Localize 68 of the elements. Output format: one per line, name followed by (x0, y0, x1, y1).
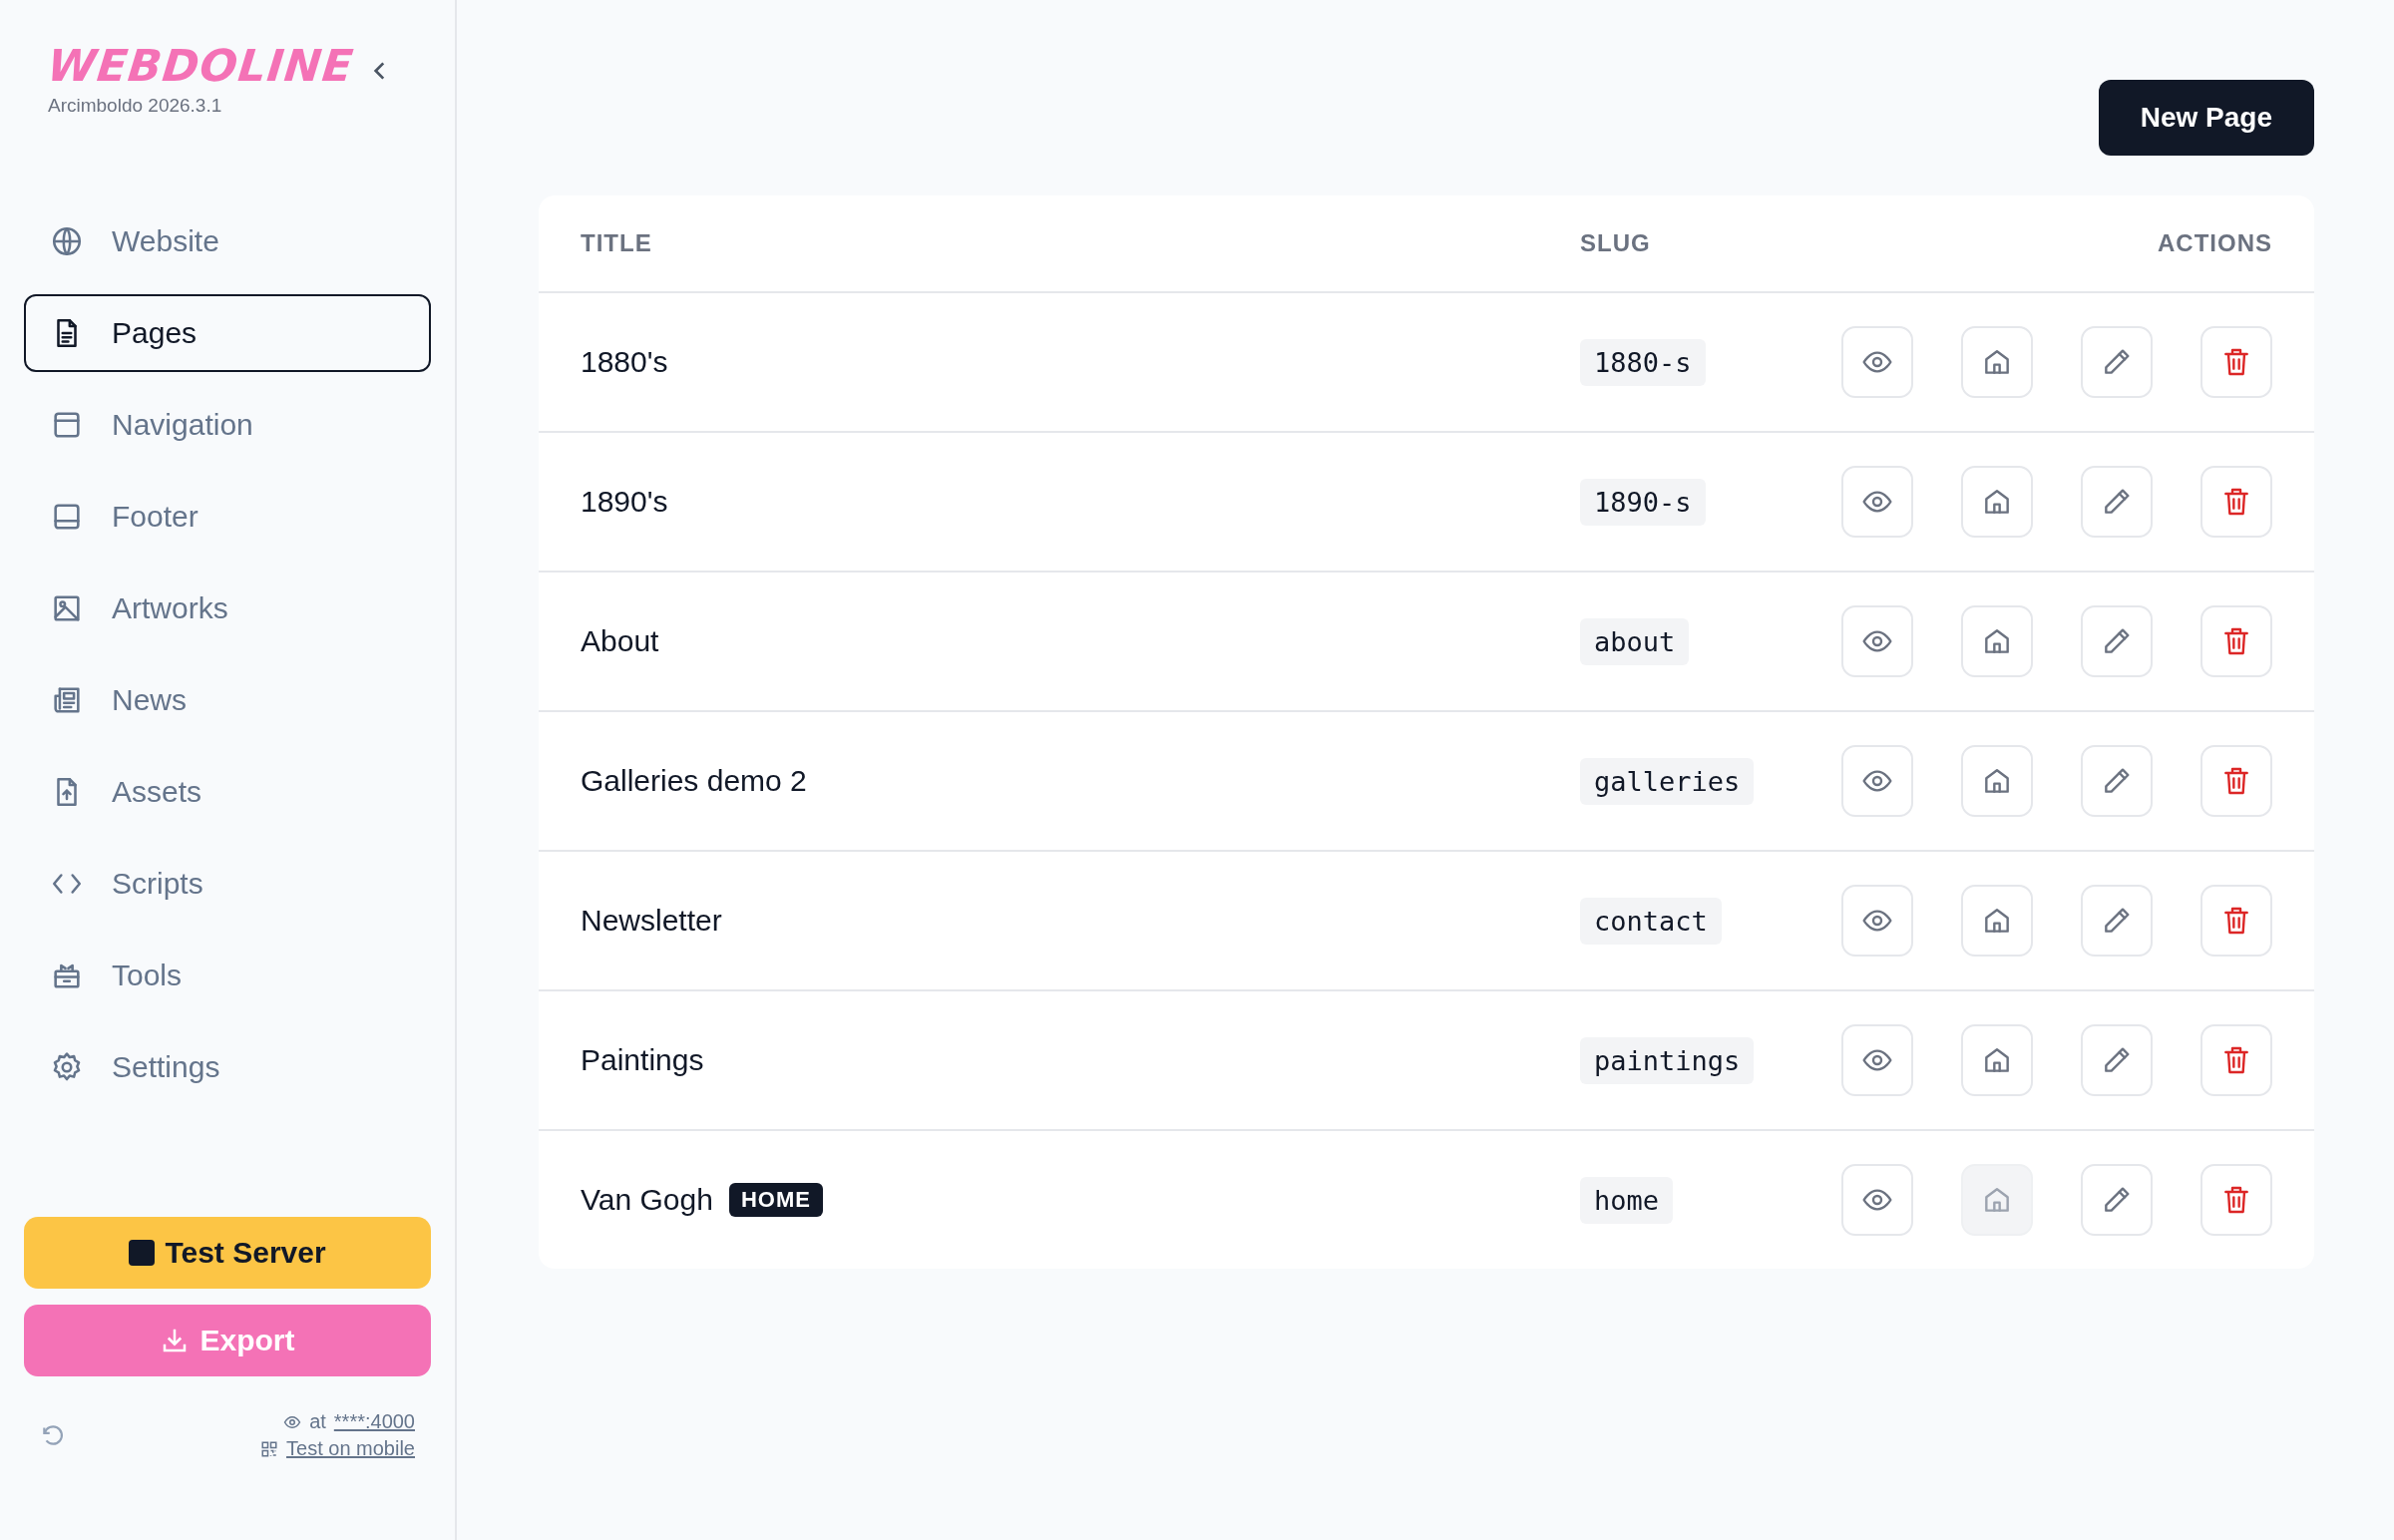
preview-button[interactable] (1841, 466, 1913, 538)
delete-button[interactable] (2200, 1024, 2272, 1096)
set-home-button[interactable] (1961, 885, 2033, 957)
preview-button[interactable] (1841, 326, 1913, 398)
logo: WEBDOLINE (45, 40, 356, 91)
sidebar-item[interactable]: Artworks (24, 570, 431, 647)
slug-tag: contact (1580, 897, 1722, 945)
sidebar-item[interactable]: Settings (24, 1028, 431, 1106)
delete-button[interactable] (2200, 466, 2272, 538)
delete-button[interactable] (2200, 885, 2272, 957)
edit-button[interactable] (2081, 1024, 2153, 1096)
test-server-button[interactable]: Test Server (24, 1217, 431, 1289)
sidebar-item[interactable]: Pages (24, 294, 431, 372)
page-title: About (581, 624, 659, 658)
page-title: Newsletter (581, 904, 722, 938)
sidebar-item[interactable]: Footer (24, 478, 431, 556)
edit-button[interactable] (2081, 745, 2153, 817)
version-text: Arcimboldo 2026.3.1 (48, 95, 223, 117)
delete-button[interactable] (2200, 1164, 2272, 1236)
column-header: ACTIONS (2157, 229, 2272, 257)
test-on-mobile-link[interactable]: Test on mobile (286, 1437, 415, 1460)
set-home-button[interactable] (1961, 745, 2033, 817)
sidebar-item[interactable]: Assets (24, 753, 431, 831)
slug-tag: about (1580, 617, 1690, 665)
page-title: Paintings (581, 1043, 704, 1077)
qr-code-icon (260, 1439, 279, 1458)
sidebar-item[interactable]: Scripts (24, 845, 431, 923)
refresh-icon[interactable] (40, 1422, 66, 1448)
server-label: at (309, 1410, 326, 1433)
new-page-button[interactable]: New Page (2098, 80, 2314, 156)
delete-button[interactable] (2200, 326, 2272, 398)
slug-tag: 1880-s (1580, 338, 1706, 386)
column-header: SLUG (1580, 229, 1652, 257)
page-title: Van Gogh (581, 1183, 713, 1217)
sidebar-item[interactable]: Tools (24, 937, 431, 1014)
sidebar-item[interactable]: News (24, 661, 431, 739)
export-button[interactable]: Export (24, 1305, 431, 1376)
edit-button[interactable] (2081, 466, 2153, 538)
delete-button[interactable] (2200, 745, 2272, 817)
server-address-link[interactable]: ****:4000 (333, 1410, 415, 1433)
slug-tag: 1890-s (1580, 478, 1706, 526)
preview-button[interactable] (1841, 1024, 1913, 1096)
preview-button[interactable] (1841, 885, 1913, 957)
globe-icon (50, 224, 84, 258)
preview-button[interactable] (1841, 1164, 1913, 1236)
delete-button[interactable] (2200, 605, 2272, 677)
edit-button[interactable] (2081, 885, 2153, 957)
edit-button[interactable] (2081, 1164, 2153, 1236)
page-title: 1880's (581, 345, 668, 379)
stop-icon (129, 1240, 156, 1266)
page-title: 1890's (581, 485, 668, 519)
edit-button[interactable] (2081, 605, 2153, 677)
edit-button[interactable] (2081, 326, 2153, 398)
slug-tag: galleries (1580, 757, 1755, 805)
set-home-button[interactable] (1961, 1164, 2033, 1236)
sidebar-item[interactable]: Navigation (24, 386, 431, 464)
set-home-button[interactable] (1961, 466, 2033, 538)
preview-button[interactable] (1841, 605, 1913, 677)
set-home-button[interactable] (1961, 326, 2033, 398)
set-home-button[interactable] (1961, 605, 2033, 677)
sidebar-item[interactable]: Website (24, 202, 431, 280)
slug-tag: home (1580, 1176, 1674, 1224)
set-home-button[interactable] (1961, 1024, 2033, 1096)
column-header: TITLE (581, 229, 653, 257)
home-badge: HOME (728, 1183, 823, 1217)
preview-button[interactable] (1841, 745, 1913, 817)
slug-tag: paintings (1580, 1036, 1755, 1084)
page-title: Galleries demo 2 (581, 764, 807, 798)
